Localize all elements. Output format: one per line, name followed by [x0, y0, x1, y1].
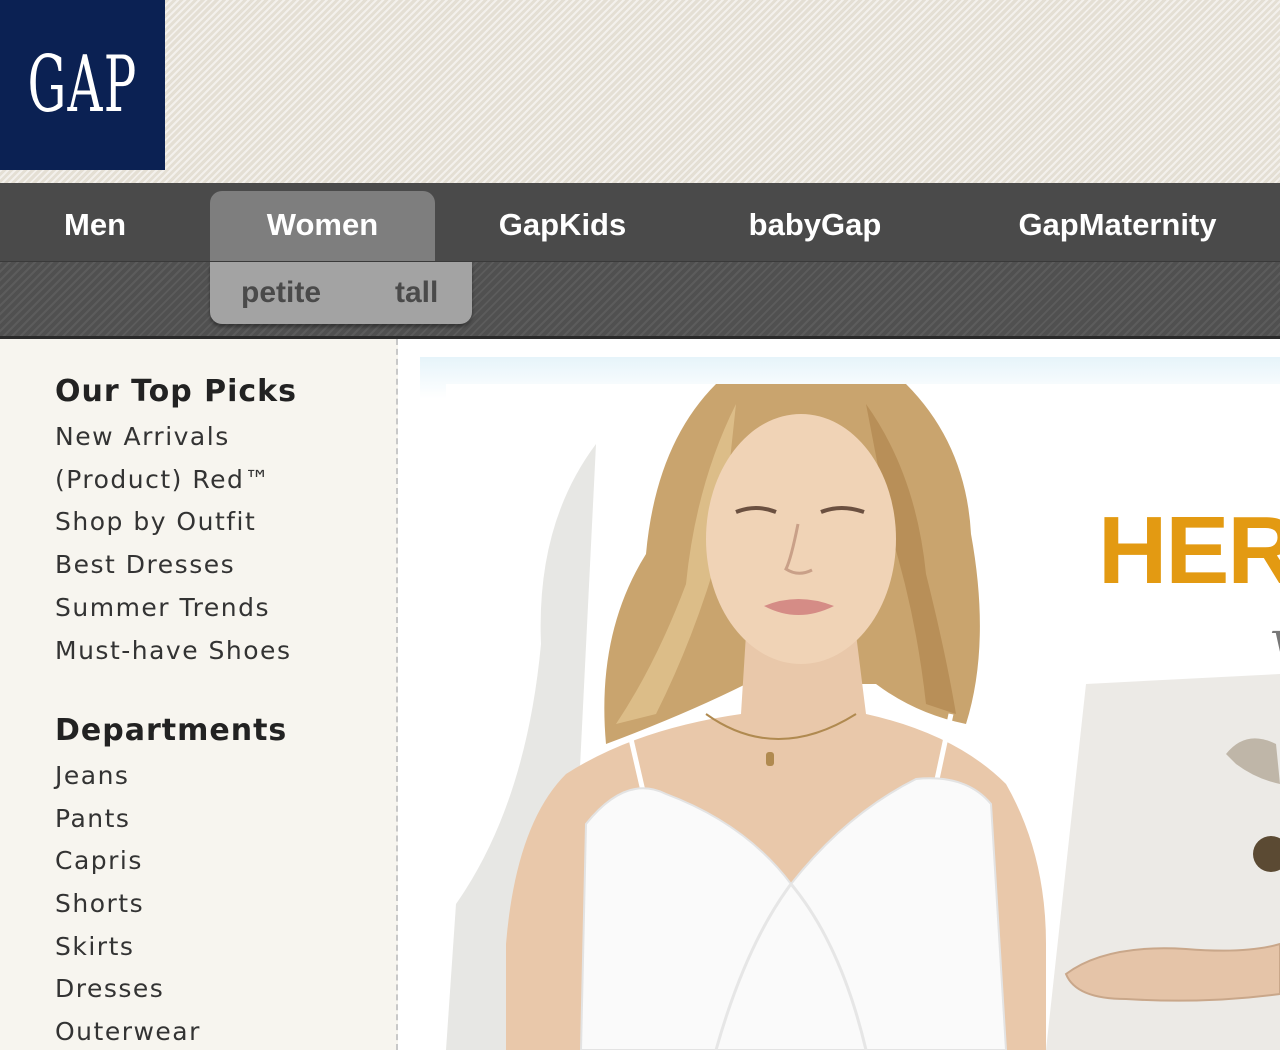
hero-headline: HERE	[1098, 497, 1280, 604]
department-link[interactable]: Pants	[55, 804, 130, 833]
sub-nav: petite tall	[0, 262, 1280, 339]
department-link[interactable]: Capris	[55, 846, 143, 875]
nav-item-gapmaternity[interactable]: GapMaternity	[990, 183, 1245, 261]
sidebar-link[interactable]: New Arrivals	[55, 422, 230, 451]
department-link[interactable]: Skirts	[55, 932, 134, 961]
department-link[interactable]: Shorts	[55, 889, 144, 918]
hero-photo	[446, 384, 1280, 1050]
department-link[interactable]: Dresses	[55, 974, 164, 1003]
sidebar-link[interactable]: (Product) Red™	[55, 465, 271, 494]
sidebar: Our Top Picks New Arrivals (Product) Red…	[0, 339, 398, 1050]
department-link[interactable]: Jeans	[55, 761, 129, 790]
women-subnav: petite tall	[210, 262, 472, 324]
nav-item-women[interactable]: Women	[210, 191, 435, 261]
gap-logo[interactable]: GAP	[0, 0, 165, 170]
nav-item-gapkids[interactable]: GapKids	[470, 183, 655, 261]
nav-item-babygap[interactable]: babyGap	[715, 183, 915, 261]
site-header: GAP	[0, 0, 1280, 183]
logo-text: GAP	[27, 40, 138, 130]
nav-item-men[interactable]: Men	[30, 183, 160, 261]
sidebar-link[interactable]: Must-have Shoes	[55, 636, 291, 665]
sidebar-link[interactable]: Shop by Outfit	[55, 507, 256, 536]
departments-heading: Departments	[55, 713, 288, 748]
sidebar-link[interactable]: Summer Trends	[55, 593, 270, 622]
main-content: HERE w	[398, 339, 1280, 1050]
top-picks-heading: Our Top Picks	[55, 374, 297, 409]
department-link[interactable]: Outerwear	[55, 1017, 201, 1046]
subnav-item-tall[interactable]: tall	[395, 262, 438, 324]
hero-script-text: w	[1268, 615, 1280, 662]
hero-banner[interactable]: HERE w	[446, 384, 1280, 1050]
main-nav: Men Women GapKids babyGap GapMaternity	[0, 183, 1280, 263]
subnav-item-petite[interactable]: petite	[241, 262, 321, 324]
sidebar-link[interactable]: Best Dresses	[55, 550, 235, 579]
